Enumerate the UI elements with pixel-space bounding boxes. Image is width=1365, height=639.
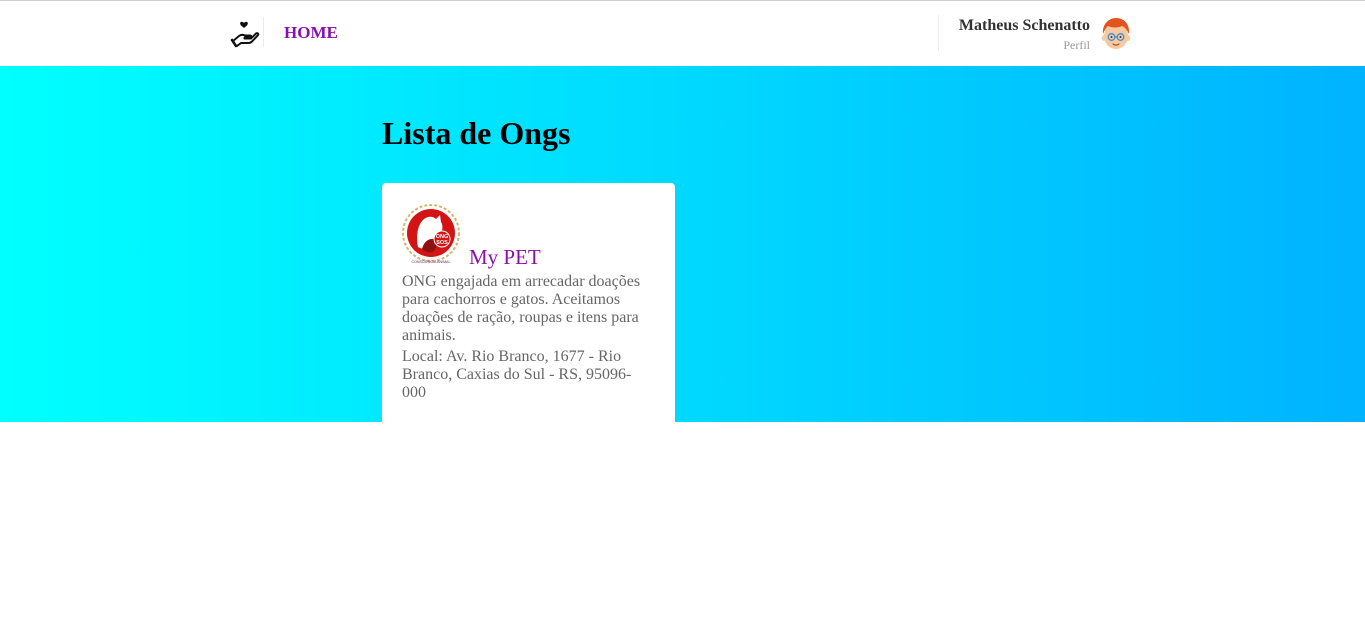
nav-divider <box>263 17 264 47</box>
avatar-icon[interactable] <box>1100 16 1132 52</box>
user-name: Matheus Schenatto <box>958 17 1090 34</box>
nav-home-link[interactable]: HOME <box>284 23 338 43</box>
page-title: Lista de Ongs <box>382 115 571 151</box>
navbar: HOME Matheus Schenatto Perfil <box>0 1 1365 65</box>
ong-description: ONG engajada em arrecadar doações para c… <box>402 273 641 344</box>
svg-text:SOS: SOS <box>436 240 448 246</box>
ong-card-header: ONG SOS CONSCIENCIA ANIMAL My PET <box>402 203 655 268</box>
ong-name-link[interactable]: My PET <box>469 246 541 268</box>
ong-card[interactable]: ONG SOS CONSCIENCIA ANIMAL My PET ONG en… <box>382 183 675 422</box>
user-info[interactable]: Matheus Schenatto Perfil <box>959 16 1090 53</box>
svg-text:CONSCIENCIA ANIMAL: CONSCIENCIA ANIMAL <box>412 260 451 264</box>
ong-location: Local: Av. Rio Branco, 1677 - Rio Branco… <box>402 348 632 401</box>
hero-section: Lista de Ongs ONG SOS CONSCIENCIA ANIMAL… <box>0 66 1365 422</box>
hand-heart-icon[interactable] <box>230 19 260 49</box>
ong-logo-icon: ONG SOS CONSCIENCIA ANIMAL <box>402 203 460 265</box>
user-divider <box>938 15 939 51</box>
profile-link[interactable]: Perfil <box>959 37 1090 53</box>
